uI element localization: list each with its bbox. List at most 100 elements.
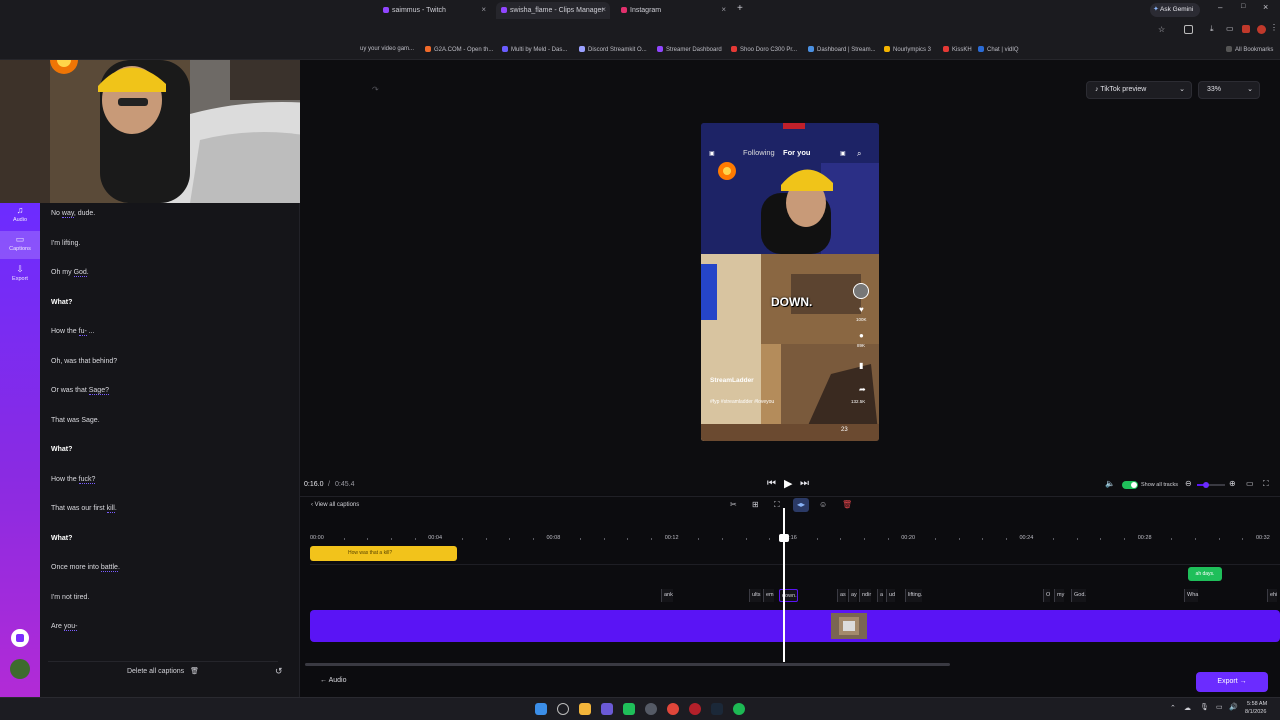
rewind-icon[interactable]: ⏮ [767, 478, 776, 489]
word-chip[interactable]: lifting. [905, 589, 923, 602]
show-all-tracks-toggle[interactable] [1122, 481, 1138, 489]
word-chip[interactable]: ndir [859, 589, 872, 602]
caption-line[interactable]: Are you- [51, 623, 78, 631]
view-all-captions-button[interactable]: ‹ View all captions [311, 502, 359, 508]
search-icon[interactable] [557, 703, 569, 715]
caption-line[interactable]: I'm not tired. [51, 594, 89, 601]
bookmark-item[interactable]: Multi by Meld - Das... [502, 46, 567, 53]
bookmark-item[interactable]: Shoo Doro C300 Pr... [731, 46, 797, 53]
delete-all-captions-button[interactable]: Delete all captions 🗑 [48, 661, 278, 681]
caption-line[interactable]: What? [51, 299, 72, 306]
spotify-icon[interactable] [733, 703, 745, 715]
close-tab-icon[interactable]: × [721, 5, 726, 14]
bookmark-item[interactable]: G2A.COM - Open th... [425, 46, 493, 53]
close-tab-icon[interactable]: × [601, 5, 606, 14]
user-avatar[interactable] [10, 659, 30, 679]
app-icon[interactable] [623, 703, 635, 715]
word-chip[interactable]: em [763, 589, 774, 602]
undo-icon[interactable]: ↺ [275, 666, 283, 677]
bookmark-star-icon[interactable]: ☆ [1158, 25, 1165, 34]
preview-preset-dropdown[interactable]: ♪ TikTok preview ⌄ [1086, 81, 1192, 99]
caption-line[interactable]: How the fuck? [51, 475, 96, 484]
timeline-scrollbar[interactable] [305, 663, 950, 666]
tab-clips-manager[interactable]: swisha_flame - Clips Manager × [496, 2, 610, 19]
timeline-zoom-slider[interactable] [1197, 482, 1225, 488]
word-chip[interactable]: ank [661, 589, 673, 602]
bookmark-item[interactable]: KissKH [943, 46, 972, 53]
zoom-slider-handle[interactable] [1203, 482, 1209, 488]
caption-line[interactable]: That was our first kill. [51, 505, 117, 513]
fast-forward-icon[interactable]: ⏭ [800, 478, 809, 489]
close-window-icon[interactable]: × [1263, 2, 1268, 12]
word-chip[interactable]: ay [848, 589, 857, 602]
chat-widget-button[interactable] [11, 629, 29, 647]
scissors-icon[interactable]: ✂ [730, 500, 737, 509]
all-bookmarks-button[interactable]: All Bookmarks [1226, 46, 1273, 53]
redo-icon[interactable]: ↷ [372, 85, 379, 94]
bookmark-item[interactable]: Chat | vidIQ [978, 46, 1019, 53]
trash-icon[interactable]: 🗑 [842, 500, 852, 509]
caption-clip-yellow[interactable]: How was that a kill? [310, 546, 457, 561]
split-icon[interactable]: ⊞ [752, 500, 759, 509]
file-explorer-icon[interactable] [579, 703, 591, 715]
start-menu-icon[interactable] [535, 703, 547, 715]
crop-icon[interactable]: ⛶ [774, 500, 780, 510]
caption-line[interactable]: No way, dude. [51, 210, 95, 218]
fullscreen-icon[interactable]: ⛶ [1263, 479, 1269, 489]
sticker-icon[interactable]: ☺ [819, 500, 827, 509]
bookmark-item[interactable]: Discord Streamkit O... [579, 46, 647, 53]
caption-line[interactable]: Oh, was that behind? [51, 358, 117, 365]
video-track[interactable] [310, 610, 1280, 642]
bookmark-item[interactable]: Dashboard | Stream... [808, 46, 876, 53]
caption-line[interactable]: Oh my God. [51, 269, 89, 277]
new-tab-button[interactable]: + [737, 3, 743, 14]
playhead[interactable] [779, 508, 789, 662]
menu-kebab-icon[interactable]: ⋮ [1270, 23, 1278, 32]
extension-icon[interactable] [1242, 25, 1250, 33]
speaker-icon[interactable]: 🔊 [1229, 703, 1238, 711]
back-to-audio-button[interactable]: ← Audio [320, 677, 346, 684]
discord-icon[interactable] [601, 703, 613, 715]
cloud-icon[interactable]: ☁ [1184, 704, 1191, 712]
obs-icon[interactable] [689, 703, 701, 715]
fit-icon[interactable]: ▭ [1246, 479, 1254, 488]
chrome-icon[interactable] [667, 703, 679, 715]
caption-line[interactable]: I'm lifting. [51, 240, 80, 247]
tab-instagram[interactable]: Instagram × [616, 2, 730, 19]
tray-chevron-icon[interactable]: ⌃ [1170, 704, 1176, 712]
tab-twitch[interactable]: saimmus - Twitch × [378, 2, 490, 19]
rail-item-export[interactable]: ⇩ Export [0, 262, 40, 288]
bookmark-item[interactable]: uy your video gam... [360, 46, 414, 52]
word-chip[interactable]: my [1054, 589, 1065, 602]
word-chip[interactable]: ehi [1267, 589, 1278, 602]
play-icon[interactable]: ▶ [784, 477, 792, 490]
zoom-in-icon[interactable]: ⊕ [1229, 479, 1236, 488]
settings-icon[interactable] [645, 703, 657, 715]
word-chip[interactable]: ults [749, 589, 761, 602]
word-chip[interactable]: ud [886, 589, 896, 602]
volume-icon[interactable]: 🔈 [1105, 479, 1115, 488]
cast-icon[interactable]: ▭ [1226, 24, 1234, 33]
bookmark-item[interactable]: Streamer Dashboard [657, 46, 722, 53]
ask-gemini-button[interactable]: ✦ Ask Gemini [1150, 3, 1200, 17]
extensions-icon[interactable] [1184, 25, 1193, 34]
word-chip[interactable]: Wha [1184, 589, 1199, 602]
rail-item-audio[interactable]: ♫ Audio [0, 203, 40, 229]
word-chip[interactable]: down. [779, 589, 798, 602]
zoom-dropdown[interactable]: 33% ⌄ [1198, 81, 1260, 99]
word-chip[interactable]: as [837, 589, 846, 602]
word-chip[interactable]: a [877, 589, 884, 602]
word-chip[interactable]: O [1043, 589, 1051, 602]
profile-avatar[interactable] [1257, 25, 1266, 34]
caption-line[interactable]: Or was that Sage? [51, 387, 109, 395]
mic-icon[interactable]: 🎙 [1200, 703, 1209, 711]
caption-line[interactable]: What? [51, 535, 72, 542]
caption-line[interactable]: Once more into battle. [51, 564, 120, 572]
rail-item-captions[interactable]: ▭ Captions [0, 231, 40, 259]
caption-line[interactable]: What? [51, 446, 72, 453]
minimize-icon[interactable]: – [1218, 3, 1222, 12]
caption-clip-green[interactable]: ah days. [1188, 567, 1222, 581]
bookmark-item[interactable]: Nourlympics 3 [884, 46, 931, 53]
word-chip[interactable]: God. [1071, 589, 1086, 602]
caption-line[interactable]: That was Sage. [51, 417, 100, 424]
